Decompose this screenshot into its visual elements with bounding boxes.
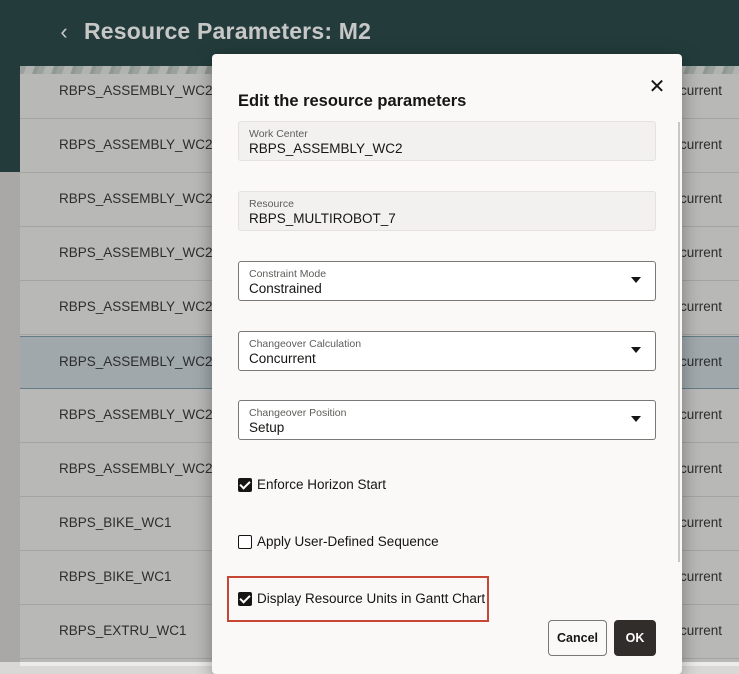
apply-user-defined-sequence-checkbox[interactable]: [238, 535, 252, 549]
apply-user-defined-sequence-label[interactable]: Apply User-Defined Sequence: [257, 534, 439, 549]
cancel-button[interactable]: Cancel: [548, 620, 607, 656]
constraint-mode-value: Constrained: [249, 281, 322, 296]
close-icon[interactable]: ✕: [648, 77, 666, 97]
enforce-horizon-start-label[interactable]: Enforce Horizon Start: [257, 477, 386, 492]
display-resource-units-checkbox[interactable]: [238, 592, 252, 606]
changeover-calculation-label: Changeover Calculation: [249, 338, 362, 350]
edit-resource-dialog: Edit the resource parameters ✕ Work Cent…: [212, 54, 682, 674]
dialog-title: Edit the resource parameters: [238, 92, 467, 110]
work-center-label: Work Center: [249, 128, 308, 140]
enforce-horizon-start-checkbox[interactable]: [238, 478, 252, 492]
work-center-field: Work Center RBPS_ASSEMBLY_WC2: [238, 121, 656, 161]
resource-field: Resource RBPS_MULTIROBOT_7: [238, 191, 656, 231]
changeover-position-label: Changeover Position: [249, 407, 347, 419]
work-center-value: RBPS_ASSEMBLY_WC2: [249, 141, 403, 156]
resource-label: Resource: [249, 198, 294, 210]
caret-down-icon[interactable]: [631, 347, 641, 353]
caret-down-icon[interactable]: [631, 416, 641, 422]
resource-value: RBPS_MULTIROBOT_7: [249, 211, 396, 226]
ok-button[interactable]: OK: [614, 620, 656, 656]
dialog-scrollbar[interactable]: [678, 122, 680, 562]
changeover-position-select[interactable]: Changeover Position Setup: [238, 400, 656, 440]
display-resource-units-label[interactable]: Display Resource Units in Gantt Chart: [257, 591, 485, 606]
changeover-position-value: Setup: [249, 420, 285, 435]
constraint-mode-label: Constraint Mode: [249, 268, 327, 280]
changeover-calculation-value: Concurrent: [249, 351, 316, 366]
constraint-mode-select[interactable]: Constraint Mode Constrained: [238, 261, 656, 301]
caret-down-icon[interactable]: [631, 277, 641, 283]
changeover-calculation-select[interactable]: Changeover Calculation Concurrent: [238, 331, 656, 371]
